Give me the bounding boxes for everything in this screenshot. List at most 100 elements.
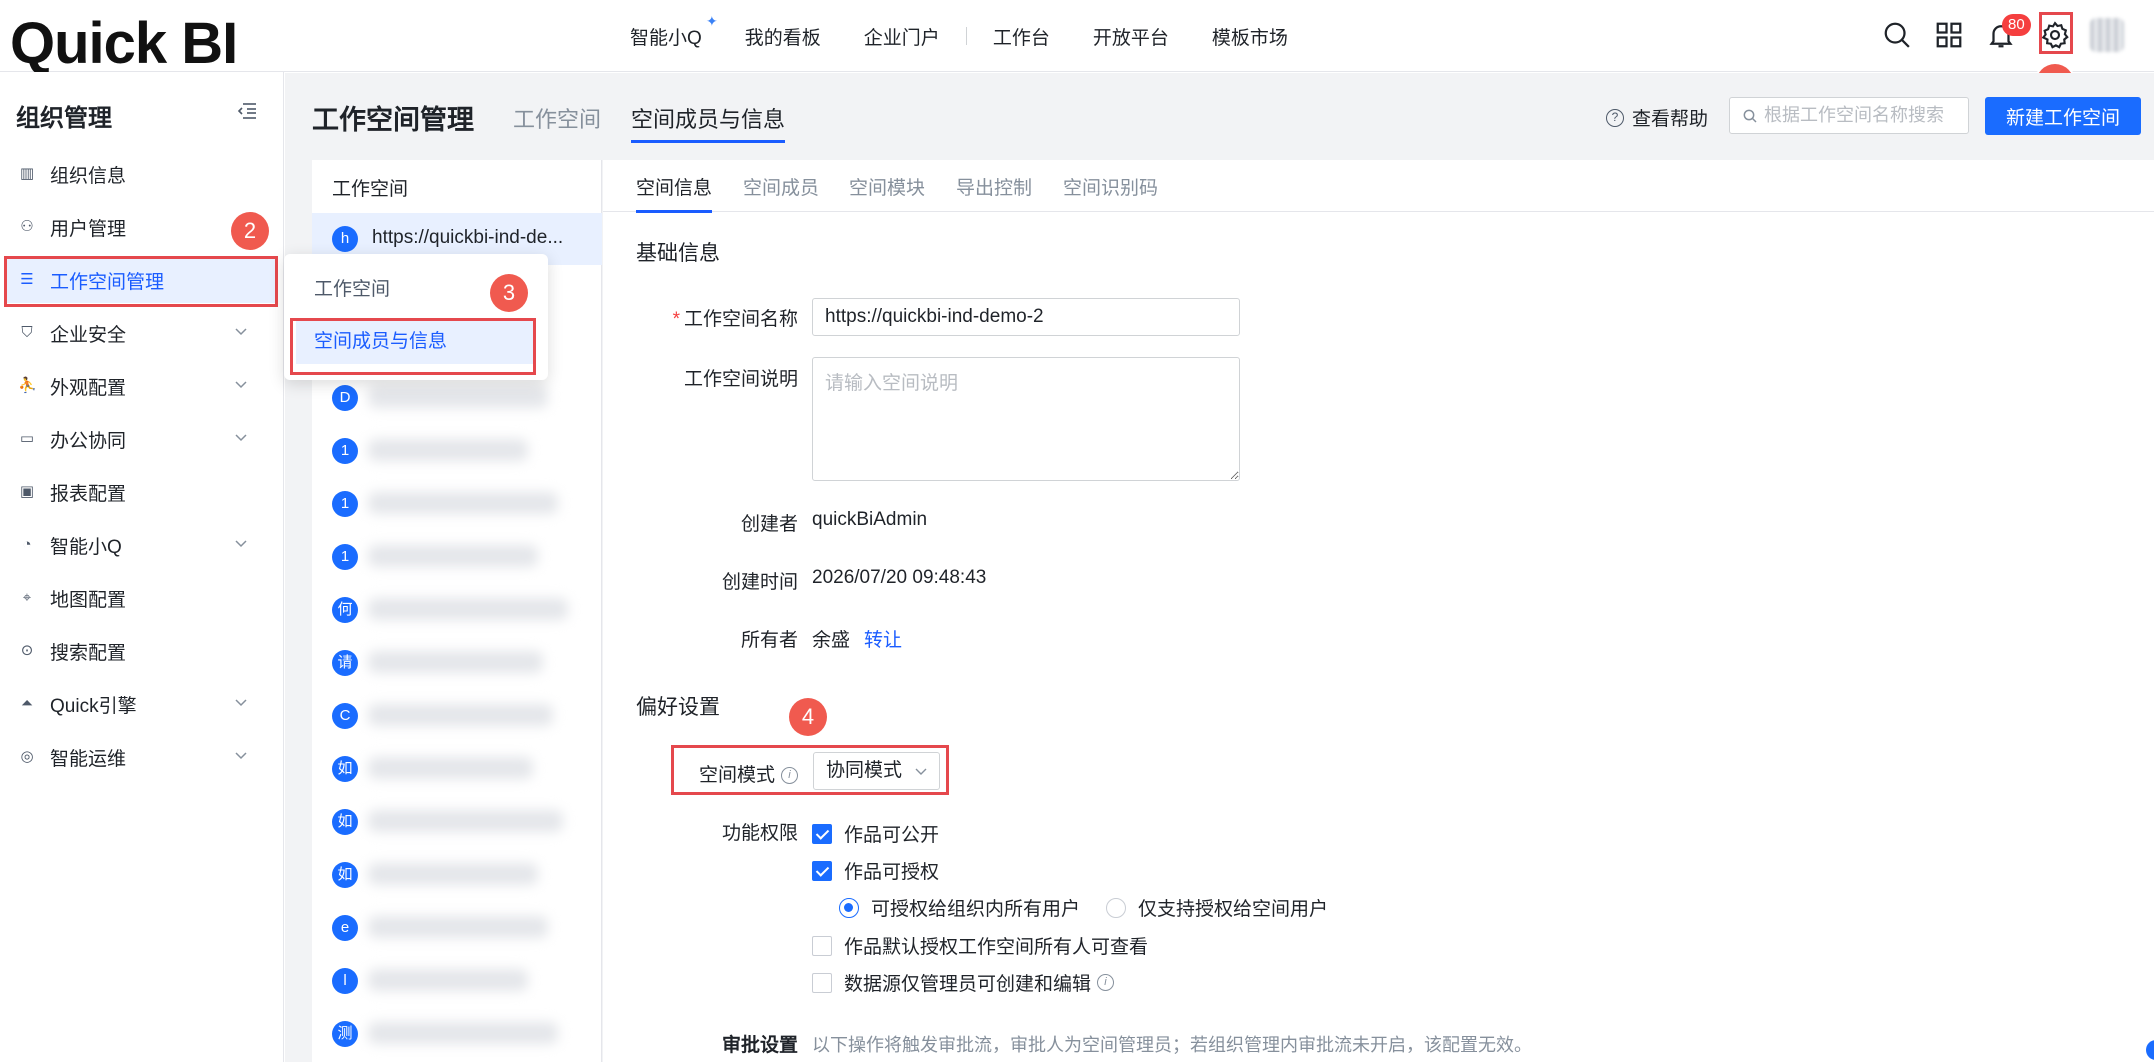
workspace-initial: e (332, 915, 358, 941)
step-marker-2: 2 (231, 212, 269, 250)
workspace-search[interactable] (1729, 97, 1969, 134)
blurred-name (368, 757, 533, 779)
sidebar-item-appearance[interactable]: ⛹ 外观配置 (6, 363, 276, 409)
blurred-name (368, 439, 528, 461)
sidebar-item-ops[interactable]: ◎ 智能运维 (6, 734, 276, 780)
workspace-initial: 如 (332, 862, 358, 888)
blurred-name (368, 863, 538, 885)
nav-workbench[interactable]: 工作台 (993, 23, 1050, 50)
chevron-down-icon (235, 699, 247, 707)
workspace-row[interactable]: 如 (312, 849, 602, 901)
workspace-row[interactable]: 如 (312, 743, 602, 795)
perm-ds-admin-checkbox[interactable]: 数据源仅管理员可创建和编辑 i (812, 969, 1115, 996)
search-icon (1743, 109, 1757, 123)
search-icon[interactable] (1882, 20, 1912, 50)
blurred-name (368, 1022, 558, 1044)
sidebar-item-report-config[interactable]: ▣ 报表配置 (6, 469, 276, 515)
blurred-name (368, 704, 553, 726)
tab-members-info[interactable]: 空间成员与信息 (631, 102, 786, 143)
creator-value: quickBiAdmin (812, 509, 928, 530)
search-config-icon: ⊙ (20, 642, 34, 659)
workspace-row[interactable]: 测 (312, 1008, 602, 1060)
sidebar-item-org-info[interactable]: ▥ 组织信息 (6, 151, 276, 197)
chevron-down-icon (235, 381, 247, 389)
workspace-row[interactable]: 1 (312, 425, 602, 477)
checkbox-unchecked[interactable] (812, 972, 832, 993)
workspace-initial: 如 (332, 809, 358, 835)
workspace-row[interactable]: 1 (312, 531, 602, 583)
preferences-title: 偏好设置 (636, 696, 720, 719)
transfer-link[interactable]: 转让 (864, 630, 902, 651)
highlight-members-info (290, 318, 536, 375)
workspace-row[interactable]: e (312, 902, 602, 954)
notification-badge: 80 (2002, 14, 2031, 36)
blurred-name (368, 492, 558, 514)
workspace-name-field[interactable] (812, 298, 1240, 336)
workspace-desc-field[interactable] (812, 357, 1240, 481)
chevron-down-icon (235, 752, 247, 760)
tab-space-code[interactable]: 空间识别码 (1063, 173, 1158, 200)
perm-default-view-checkbox[interactable]: 作品默认授权工作空间所有人可查看 (812, 932, 1148, 959)
nav-template-market[interactable]: 模板市场 (1212, 23, 1288, 50)
workspace-row[interactable]: l (312, 955, 602, 1007)
workspace-list-heading: 工作空间 (332, 179, 409, 200)
checkbox-checked[interactable] (812, 823, 832, 844)
sidebar-item-security[interactable]: ⛉ 企业安全 (6, 310, 276, 356)
perm-authorize-checkbox[interactable]: 作品可授权 (812, 857, 939, 884)
nav-portal[interactable]: 企业门户 (864, 23, 940, 50)
sidebar-item-search-config[interactable]: ⊙ 搜索配置 (6, 628, 276, 674)
workspace-row[interactable]: 1 (312, 478, 602, 530)
user-avatar[interactable] (2090, 18, 2124, 52)
workspace-initial: 1 (332, 491, 358, 517)
info-icon[interactable]: i (1097, 974, 1115, 991)
tab-workspace[interactable]: 工作空间 (513, 102, 601, 134)
help-link[interactable]: ? 查看帮助 (1606, 104, 1708, 131)
workspace-row[interactable]: C (312, 690, 602, 742)
sidebar-item-office[interactable]: ▭ 办公协同 (6, 416, 276, 462)
detail-tabs: 空间信息 空间成员 空间模块 导出控制 空间识别码 (603, 160, 2154, 213)
workspace-initial: D (332, 385, 358, 411)
nav-ai-q[interactable]: 智能小Q ✦ (630, 13, 718, 50)
created-time-label: 创建时间 (721, 572, 798, 593)
checkbox-unchecked[interactable] (812, 935, 832, 956)
created-time-value: 2026/07/20 09:48:43 (812, 567, 987, 588)
nav-my-dashboard[interactable]: 我的看板 (745, 23, 821, 50)
sidebar-item-ai-q[interactable]: ◔ 智能小Q (6, 522, 276, 568)
sidebar-item-quick-engine[interactable]: ⏶ Quick引擎 (6, 681, 276, 727)
owner-value: 余盛 转让 (812, 630, 903, 651)
apps-grid-icon[interactable] (1934, 20, 1964, 50)
checkbox-checked[interactable] (812, 860, 832, 881)
approval-text: 以下操作将触发审批流，审批人为空间管理员；若组织管理内审批流未开启，该配置无效。 (812, 1035, 1532, 1055)
radio-org-users[interactable] (839, 897, 859, 918)
search-input[interactable] (1764, 105, 1964, 126)
tab-space-modules[interactable]: 空间模块 (849, 173, 925, 200)
owner-label: 所有者 (740, 630, 798, 651)
step-marker-3: 3 (490, 274, 528, 312)
nav-open-platform[interactable]: 开放平台 (1093, 23, 1169, 50)
radio-space-users[interactable] (1106, 897, 1127, 918)
top-bar: Quick BI 智能小Q ✦ 我的看板 企业门户 工作台 开放平台 模板市场 8… (0, 0, 2154, 76)
perm-public-checkbox[interactable]: 作品可公开 (812, 820, 939, 847)
chevron-down-icon (235, 540, 247, 548)
collapse-menu-icon[interactable] (236, 100, 258, 122)
org-info-icon: ▥ (19, 165, 35, 182)
workspace-initial: 何 (332, 597, 358, 623)
tab-space-info[interactable]: 空间信息 (636, 173, 713, 213)
ai-icon: ◔ (22, 536, 32, 553)
sidebar-item-map-config[interactable]: ⌖ 地图配置 (6, 575, 276, 621)
new-workspace-button[interactable]: 新建工作空间 (1985, 97, 2141, 135)
shield-icon: ⛉ (21, 324, 33, 341)
blurred-name (368, 969, 528, 991)
shirt-icon: ⛹ (18, 377, 37, 394)
authorize-scope-radio-group: 可授权给组织内所有用户 仅支持授权给空间用户 (839, 894, 1328, 921)
creator-label: 创建者 (740, 514, 798, 535)
workspace-row[interactable]: 如 (312, 796, 602, 848)
permissions-label: 功能权限 (721, 823, 798, 844)
workspace-row[interactable]: 何 (312, 584, 602, 636)
blurred-name (368, 386, 548, 408)
workspace-row[interactable]: 请 (312, 637, 602, 689)
tab-export-control[interactable]: 导出控制 (956, 173, 1032, 200)
tab-space-members[interactable]: 空间成员 (743, 173, 819, 200)
quick-bi-logo[interactable]: Quick BI (10, 10, 238, 77)
page-title: 工作空间管理 (312, 105, 474, 135)
